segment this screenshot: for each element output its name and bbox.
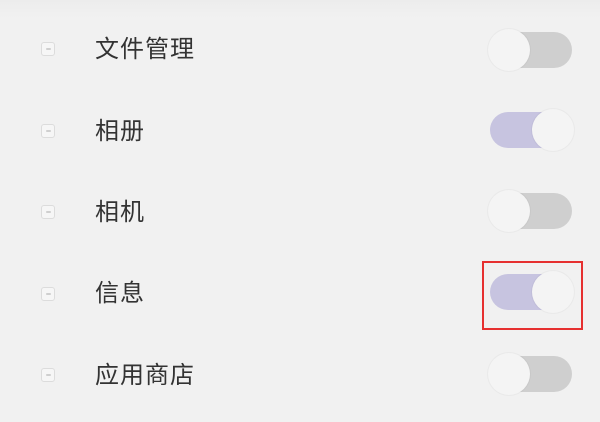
- photos-toggle[interactable]: [490, 109, 574, 151]
- settings-row-photos[interactable]: 相册: [0, 90, 600, 172]
- photos-icon: [41, 124, 55, 138]
- camera-toggle[interactable]: [488, 190, 572, 232]
- toggle-knob: [488, 29, 530, 71]
- file-manager-icon: [41, 42, 55, 56]
- settings-row-label: 信息: [95, 279, 145, 307]
- settings-row-messages[interactable]: 信息: [0, 253, 600, 335]
- camera-icon: [41, 205, 55, 219]
- settings-row-label: 相机: [95, 198, 145, 226]
- messages-icon: [41, 287, 55, 301]
- toggle-knob: [532, 271, 574, 313]
- messages-toggle[interactable]: [490, 271, 574, 313]
- settings-row-camera[interactable]: 相机: [0, 171, 600, 253]
- settings-row-label: 相册: [95, 117, 145, 145]
- app-permission-screen: 文件管理 相册 相机 信息 应用商店: [0, 0, 600, 422]
- toggle-knob: [488, 190, 530, 232]
- file-manager-toggle[interactable]: [488, 29, 572, 71]
- settings-row-label: 文件管理: [95, 35, 195, 63]
- toggle-knob: [488, 353, 530, 395]
- app-store-icon: [41, 368, 55, 382]
- toggle-knob: [532, 109, 574, 151]
- app-store-toggle[interactable]: [488, 353, 572, 395]
- settings-row-label: 应用商店: [95, 361, 195, 389]
- settings-row-file-manager[interactable]: 文件管理: [0, 8, 600, 90]
- settings-row-app-store[interactable]: 应用商店: [0, 335, 600, 417]
